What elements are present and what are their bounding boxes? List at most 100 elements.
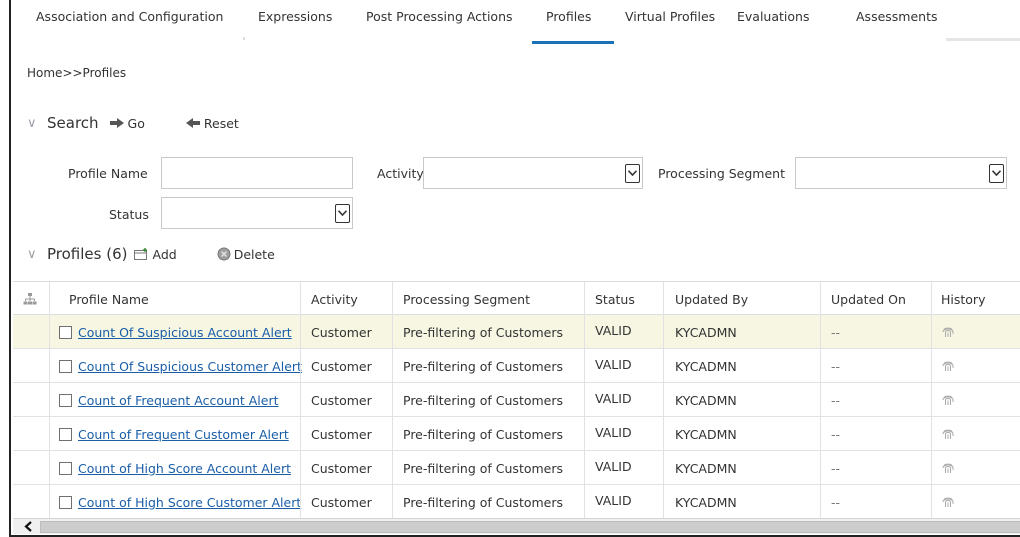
fingerprint-icon[interactable] <box>941 417 955 451</box>
profile-name-link[interactable]: Count of High Score Customer Alert <box>78 495 301 510</box>
row-checkbox[interactable] <box>59 427 72 441</box>
tab-association-configuration[interactable]: Association and Configuration <box>36 9 223 24</box>
activity-cell: Customer <box>311 494 372 510</box>
reset-button[interactable]: Reset <box>185 116 239 131</box>
updated-by-cell: KYCADMN <box>675 324 737 340</box>
name-cell: Count of Frequent Account Alert <box>59 383 279 417</box>
profile-name-link[interactable]: Count Of Suspicious Customer Alert <box>78 359 302 374</box>
profile-name-link[interactable]: Count Of Suspicious Account Alert <box>78 325 292 340</box>
status-select[interactable] <box>161 197 353 229</box>
scrollbar-thumb[interactable] <box>40 521 1020 533</box>
add-icon <box>134 248 148 260</box>
fingerprint-icon[interactable] <box>941 349 955 383</box>
row-checkbox[interactable] <box>59 325 72 339</box>
fingerprint-icon[interactable] <box>941 383 955 417</box>
table-header: Profile Name Activity Processing Segment… <box>13 281 1020 316</box>
segment-cell: Pre-filtering of Customers <box>403 392 564 408</box>
status-cell: VALID <box>595 425 632 440</box>
status-cell: VALID <box>595 357 632 372</box>
add-label: Add <box>152 246 177 262</box>
segment-cell: Pre-filtering of Customers <box>403 494 564 510</box>
updated-by-cell: KYCADMN <box>675 358 737 374</box>
hierarchy-icon[interactable] <box>23 282 37 316</box>
name-cell: Count Of Suspicious Customer Alert <box>59 349 302 383</box>
app-frame: Association and Configuration Expression… <box>9 0 1020 537</box>
updated-by-cell: KYCADMN <box>675 494 737 510</box>
updated-on-cell: -- <box>831 460 841 476</box>
tab-profiles[interactable]: Profiles <box>546 9 591 24</box>
delete-label: Delete <box>233 246 275 262</box>
table-row[interactable]: Count Of Suspicious Account Alert Custom… <box>13 315 1020 349</box>
name-cell: Count Of Suspicious Account Alert <box>59 315 292 349</box>
delete-button[interactable]: Delete <box>217 247 275 262</box>
fingerprint-icon[interactable] <box>941 485 955 519</box>
delete-icon <box>217 247 231 261</box>
col-status[interactable]: Status <box>595 282 635 316</box>
activity-select[interactable] <box>423 157 643 189</box>
collapse-chevron-icon[interactable]: ∨ <box>27 116 41 131</box>
row-checkbox[interactable] <box>59 359 72 373</box>
table-row[interactable]: Count Of Suspicious Customer Alert Custo… <box>13 349 1020 383</box>
profile-name-link[interactable]: Count of Frequent Account Alert <box>78 393 279 408</box>
chevron-down-icon[interactable] <box>332 198 352 228</box>
collapse-chevron-icon[interactable]: ∨ <box>27 247 41 262</box>
tab-virtual-profiles[interactable]: Virtual Profiles <box>625 9 715 24</box>
table-row[interactable]: Count of Frequent Account Alert Customer… <box>13 383 1020 417</box>
table-row[interactable]: Count of High Score Customer Alert Custo… <box>13 485 1020 519</box>
activity-cell: Customer <box>311 358 372 374</box>
profile-name-link[interactable]: Count of High Score Account Alert <box>78 461 291 476</box>
activity-label: Activity <box>377 166 424 181</box>
search-title: Search <box>47 114 99 132</box>
breadcrumb: Home>>Profiles <box>27 66 127 80</box>
updated-on-cell: -- <box>831 426 841 442</box>
tab-bar-end-line <box>946 38 1020 41</box>
fingerprint-icon[interactable] <box>941 315 955 349</box>
arrow-left-icon <box>185 118 200 128</box>
scroll-left-arrow-icon[interactable] <box>17 519 39 534</box>
row-checkbox[interactable] <box>59 495 72 509</box>
status-cell: VALID <box>595 493 632 508</box>
activity-cell: Customer <box>311 460 372 476</box>
processing-segment-select[interactable] <box>795 157 1007 189</box>
profiles-section-header: ∨ Profiles (6) Add Delete <box>27 245 275 263</box>
go-button[interactable]: Go <box>109 116 145 131</box>
tab-expressions[interactable]: Expressions <box>258 9 332 24</box>
col-activity[interactable]: Activity <box>311 282 358 316</box>
go-label: Go <box>127 115 145 131</box>
col-updated-on[interactable]: Updated On <box>831 282 906 316</box>
status-label: Status <box>109 207 149 222</box>
updated-on-cell: -- <box>831 392 841 408</box>
chevron-down-icon[interactable] <box>622 158 642 188</box>
col-history[interactable]: History <box>941 282 985 316</box>
updated-by-cell: KYCADMN <box>675 460 737 476</box>
table-row[interactable]: Count of High Score Account Alert Custom… <box>13 451 1020 485</box>
row-checkbox[interactable] <box>59 461 72 475</box>
add-button[interactable]: Add <box>133 246 177 262</box>
profile-name-label: Profile Name <box>68 166 148 181</box>
segment-cell: Pre-filtering of Customers <box>403 324 564 340</box>
search-section-header: ∨ Search Go Reset <box>27 114 239 132</box>
table-row[interactable]: Count of Frequent Customer Alert Custome… <box>13 417 1020 451</box>
processing-segment-label: Processing Segment <box>658 166 785 181</box>
chevron-down-icon[interactable] <box>986 158 1006 188</box>
profile-name-link[interactable]: Count of Frequent Customer Alert <box>78 427 289 442</box>
horizontal-scrollbar[interactable] <box>13 518 1020 534</box>
arrow-right-icon <box>109 118 124 128</box>
row-checkbox[interactable] <box>59 393 72 407</box>
col-profile-name[interactable]: Profile Name <box>69 282 149 316</box>
activity-cell: Customer <box>311 426 372 442</box>
status-cell: VALID <box>595 459 632 474</box>
tab-evaluations[interactable]: Evaluations <box>737 9 809 24</box>
col-updated-by[interactable]: Updated By <box>675 282 748 316</box>
profiles-title: Profiles (6) <box>47 245 128 263</box>
tab-post-processing-actions[interactable]: Post Processing Actions <box>366 9 513 24</box>
fingerprint-icon[interactable] <box>941 451 955 485</box>
profile-name-input[interactable] <box>161 157 353 189</box>
col-processing-segment[interactable]: Processing Segment <box>403 282 530 316</box>
updated-by-cell: KYCADMN <box>675 392 737 408</box>
segment-cell: Pre-filtering of Customers <box>403 460 564 476</box>
tab-bar: Association and Configuration Expression… <box>11 0 1020 44</box>
name-cell: Count of High Score Customer Alert <box>59 485 301 519</box>
status-cell: VALID <box>595 323 632 338</box>
tab-assessments[interactable]: Assessments <box>856 9 938 24</box>
